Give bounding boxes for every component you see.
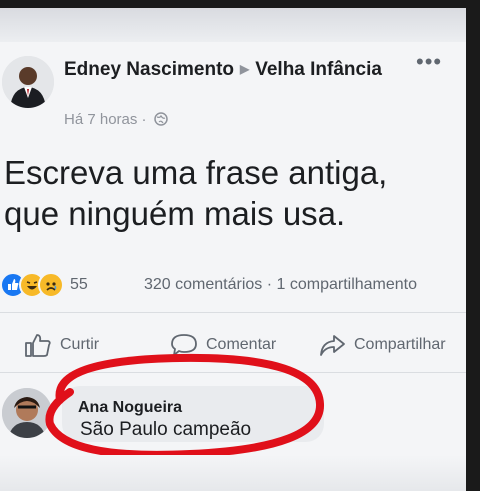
triangle-right-icon: ▶ (240, 62, 250, 76)
post-header: Edney Nascimento ▶ Velha Infância (64, 57, 424, 82)
more-options-icon[interactable]: ••• (416, 51, 444, 73)
reaction-count[interactable]: 55 (70, 276, 88, 294)
thumbs-up-icon (25, 334, 51, 357)
post-text-line-1: Escreva uma frase antiga, (4, 154, 388, 191)
divider-bottom (0, 372, 466, 373)
top-bar (0, 8, 466, 42)
comment-label: Comentar (206, 336, 277, 353)
author-name[interactable]: Edney Nascimento (64, 59, 234, 80)
author-avatar[interactable] (2, 56, 54, 108)
comment-text: São Paulo campeão (80, 419, 252, 440)
like-button[interactable]: Curtir (24, 330, 99, 360)
divider-top (0, 312, 466, 313)
speech-bubble-icon (171, 334, 197, 356)
post-text-line-2: que ninguém mais usa. (4, 195, 346, 232)
globe-icon (153, 112, 168, 130)
commenter-avatar[interactable] (2, 388, 52, 438)
sad-reaction-icon (38, 272, 64, 298)
post-card: Edney Nascimento ▶ Velha Infância Há 7 hor… (0, 8, 466, 491)
comments-shares-count[interactable]: 320 comentários · 1 compartilhamento (144, 276, 417, 294)
post-time[interactable]: Há 7 horas (64, 111, 137, 128)
commenter-avatar-image (2, 388, 52, 438)
comment-button[interactable]: Comentar (170, 330, 276, 360)
next-comment-area (0, 455, 466, 491)
like-label: Curtir (60, 336, 100, 353)
avatar-image (2, 56, 54, 108)
post-meta: Há 7 horas · (64, 111, 168, 130)
share-button[interactable]: Compartilhar (318, 330, 446, 360)
share-label: Compartilhar (354, 336, 446, 353)
commenter-name[interactable]: Ana Nogueira (78, 399, 182, 417)
post-text: Escreva uma frase antiga, que ninguém ma… (4, 152, 460, 234)
group-name[interactable]: Velha Infância (255, 59, 382, 80)
share-arrow-icon (320, 335, 345, 356)
